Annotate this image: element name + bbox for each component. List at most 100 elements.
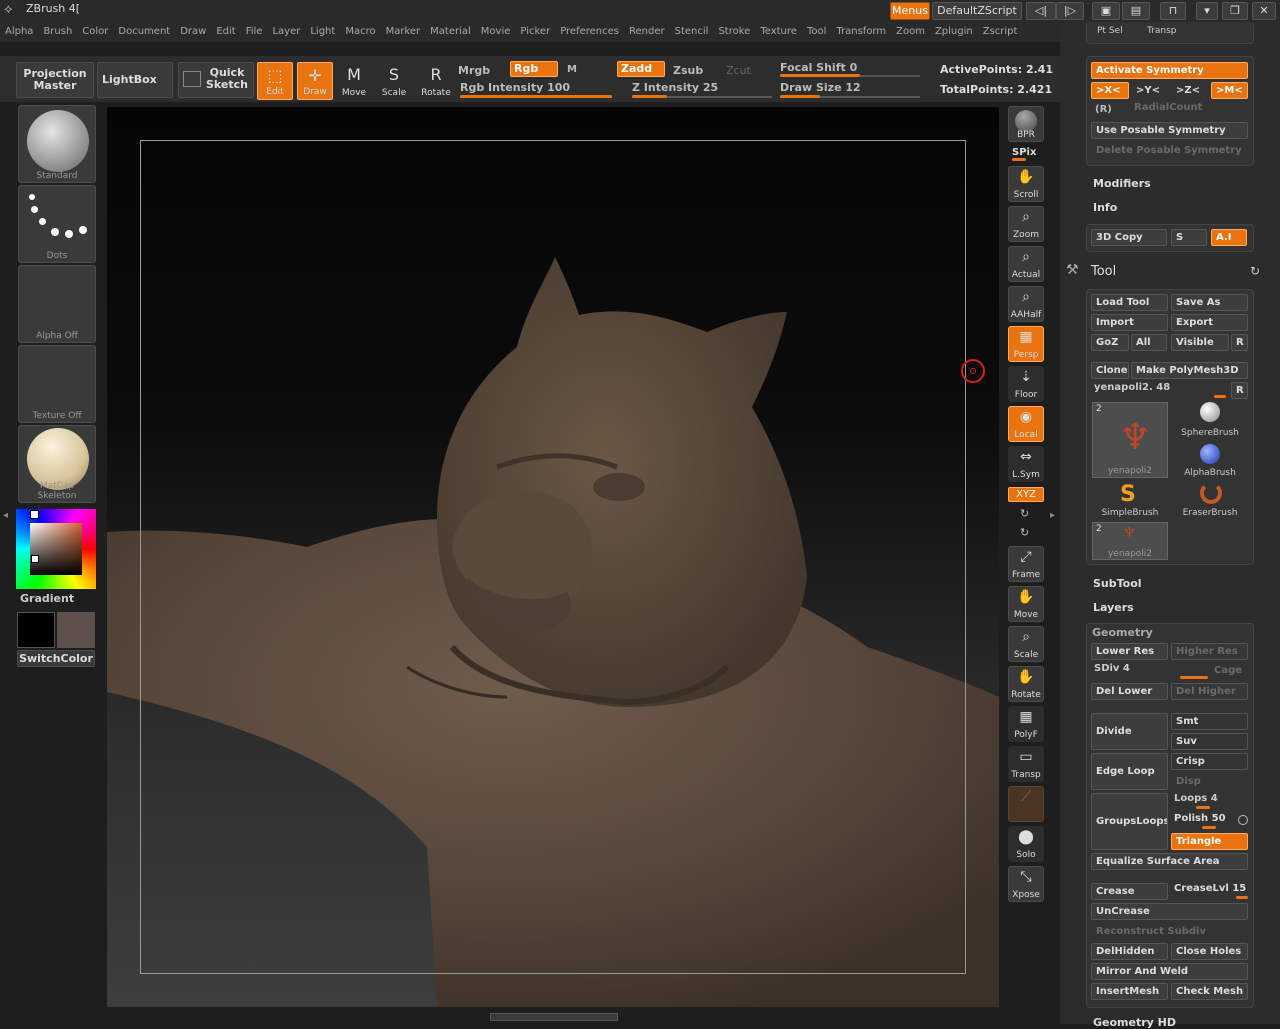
all-button[interactable]: All: [1131, 334, 1167, 351]
divide-button[interactable]: Divide: [1091, 713, 1168, 750]
mirror-and-weld-button[interactable]: Mirror And Weld: [1091, 963, 1248, 980]
menu-brush[interactable]: Brush: [38, 22, 77, 42]
scale-view-button[interactable]: ⌕ Scale: [1008, 626, 1044, 662]
menu-tool[interactable]: Tool: [802, 22, 831, 42]
lsym-button[interactable]: ⇔ L.Sym: [1008, 446, 1044, 482]
zoom-button[interactable]: ⌕ Zoom: [1008, 206, 1044, 242]
sdiv-slider[interactable]: SDiv 4: [1094, 663, 1130, 674]
lock-icon[interactable]: ⊓: [1160, 2, 1186, 20]
del-higher-button[interactable]: Del Higher: [1171, 683, 1248, 700]
close-holes-button[interactable]: Close Holes: [1171, 943, 1248, 960]
activate-symmetry-button[interactable]: Activate Symmetry: [1091, 62, 1248, 79]
mrgb-button[interactable]: Mrgb: [458, 64, 490, 77]
goz-button[interactable]: GoZ: [1091, 334, 1129, 351]
crisp-button[interactable]: Crisp: [1171, 753, 1248, 770]
solo-button[interactable]: ⬤ Solo: [1008, 826, 1044, 862]
menu-picker[interactable]: Picker: [515, 22, 555, 42]
color-picker[interactable]: [16, 509, 96, 589]
3d-copy-button[interactable]: 3D Copy: [1091, 229, 1167, 246]
actual-button[interactable]: ⌕ Actual: [1008, 246, 1044, 282]
menu-edit[interactable]: Edit: [211, 22, 240, 42]
m-button[interactable]: M: [567, 64, 577, 75]
modifiers-header[interactable]: Modifiers: [1093, 177, 1151, 190]
xyz-button[interactable]: XYZ: [1008, 487, 1044, 502]
higher-res-button[interactable]: Higher Res: [1171, 643, 1248, 660]
symmetry-z-button[interactable]: >Z<: [1171, 82, 1209, 99]
draw-mode-button[interactable]: ✛ Draw: [297, 62, 333, 100]
layers-header[interactable]: Layers: [1093, 601, 1134, 614]
menu-marker[interactable]: Marker: [381, 22, 426, 42]
rotate-y-icon[interactable]: ↻: [1020, 507, 1029, 520]
tool-thumb-yenapoli2[interactable]: 2 ♆ yenapoli2: [1092, 402, 1168, 478]
gradient-label[interactable]: Gradient: [20, 592, 74, 605]
menu-stencil[interactable]: Stencil: [670, 22, 714, 42]
material-slot[interactable]: MatCap Skeleton: [18, 425, 96, 503]
clone-button[interactable]: Clone: [1091, 362, 1129, 379]
goz-r-button[interactable]: R: [1231, 334, 1248, 351]
tool-thumb-alphabrush[interactable]: AlphaBrush: [1172, 442, 1248, 480]
persp-button[interactable]: ▦ Persp: [1008, 326, 1044, 362]
cage-button[interactable]: Cage: [1214, 665, 1242, 676]
menu-color[interactable]: Color: [77, 22, 113, 42]
zadd-button[interactable]: Zadd: [617, 61, 665, 77]
menu-preferences[interactable]: Preferences: [555, 22, 624, 42]
menu-document[interactable]: Document: [113, 22, 175, 42]
export-button[interactable]: Export: [1171, 314, 1248, 331]
menu-stroke[interactable]: Stroke: [713, 22, 755, 42]
s-button[interactable]: S: [1171, 229, 1207, 246]
symmetry-x-button[interactable]: >X<: [1091, 82, 1129, 99]
refresh-icon[interactable]: ↻: [1250, 264, 1260, 278]
polish-toggle-icon[interactable]: [1238, 815, 1248, 825]
default-zscript-button[interactable]: DefaultZScript: [932, 2, 1022, 20]
delete-posable-symmetry-button[interactable]: Delete Posable Symmetry: [1091, 142, 1251, 159]
reconstruct-subdiv-button[interactable]: Reconstruct Subdiv: [1091, 923, 1248, 940]
radial-r-button[interactable]: (R): [1095, 104, 1112, 115]
xpose-button[interactable]: ⤡ Xpose: [1008, 866, 1044, 902]
disp-slider[interactable]: Disp: [1171, 773, 1248, 790]
load-tool-button[interactable]: Load Tool: [1091, 294, 1168, 311]
uncrease-button[interactable]: UnCrease: [1091, 903, 1248, 920]
subtool-header[interactable]: SubTool: [1093, 577, 1142, 590]
right-collapse-icon[interactable]: ▸: [1050, 510, 1055, 521]
menu-texture[interactable]: Texture: [755, 22, 802, 42]
brush-slot[interactable]: Standard: [18, 105, 96, 183]
rewind-icon[interactable]: ◁|: [1026, 2, 1056, 20]
transp-button[interactable]: ▭ Transp: [1008, 746, 1044, 782]
tool-thumb-spherebrush[interactable]: SphereBrush: [1172, 402, 1248, 440]
menu-transform[interactable]: Transform: [831, 22, 891, 42]
polyf-button[interactable]: ▦ PolyF: [1008, 706, 1044, 742]
crease-button[interactable]: Crease: [1091, 883, 1168, 900]
del-hidden-button[interactable]: DelHidden: [1091, 943, 1168, 960]
menu-macro[interactable]: Macro: [340, 22, 380, 42]
edge-loop-button[interactable]: Edge Loop: [1091, 753, 1168, 790]
tool-thumb-simplebrush[interactable]: S SimpleBrush: [1092, 482, 1168, 520]
rotate-mode-button[interactable]: R Rotate: [418, 62, 454, 100]
menu-layer[interactable]: Layer: [267, 22, 305, 42]
menu-zplugin[interactable]: Zplugin: [930, 22, 978, 42]
aahalf-button[interactable]: ⌕ AAHalf: [1008, 286, 1044, 322]
edit-mode-button[interactable]: ⬚ Edit: [257, 62, 293, 100]
current-tool-slider[interactable]: yenapoli2. 48: [1094, 382, 1170, 393]
pt-sel-label[interactable]: Pt Sel: [1097, 26, 1123, 36]
triangle-button[interactable]: Triangle: [1171, 833, 1248, 850]
rotate-z-icon[interactable]: ↻: [1020, 526, 1029, 539]
symmetry-m-button[interactable]: >M<: [1211, 82, 1248, 99]
check-mesh-button[interactable]: Check Mesh: [1171, 983, 1248, 1000]
menu-render[interactable]: Render: [624, 22, 670, 42]
insert-mesh-button[interactable]: InsertMesh: [1091, 983, 1168, 1000]
texture-slot[interactable]: Texture Off: [18, 345, 96, 423]
symmetry-y-button[interactable]: >Y<: [1131, 82, 1169, 99]
quick-sketch-button[interactable]: Quick Sketch: [178, 62, 254, 98]
local-button[interactable]: ◉ Local: [1008, 406, 1044, 442]
transp-label[interactable]: Transp: [1147, 26, 1177, 36]
rotate-view-button[interactable]: ✋ Rotate: [1008, 666, 1044, 702]
ghost-button[interactable]: ⟋: [1008, 786, 1044, 822]
make-polymesh-button[interactable]: Make PolyMesh3D: [1131, 362, 1248, 379]
alpha-slot[interactable]: Alpha Off: [18, 265, 96, 343]
color-picker-square[interactable]: [30, 523, 82, 575]
suv-button[interactable]: Suv: [1171, 733, 1248, 750]
tool-thumb-eraserbrush[interactable]: EraserBrush: [1172, 482, 1248, 520]
menu-zoom[interactable]: Zoom: [891, 22, 930, 42]
tool-thumb-yenapoli2-small[interactable]: 2 ♆ yenapoli2: [1092, 522, 1168, 560]
close-icon[interactable]: ✕: [1252, 2, 1276, 20]
